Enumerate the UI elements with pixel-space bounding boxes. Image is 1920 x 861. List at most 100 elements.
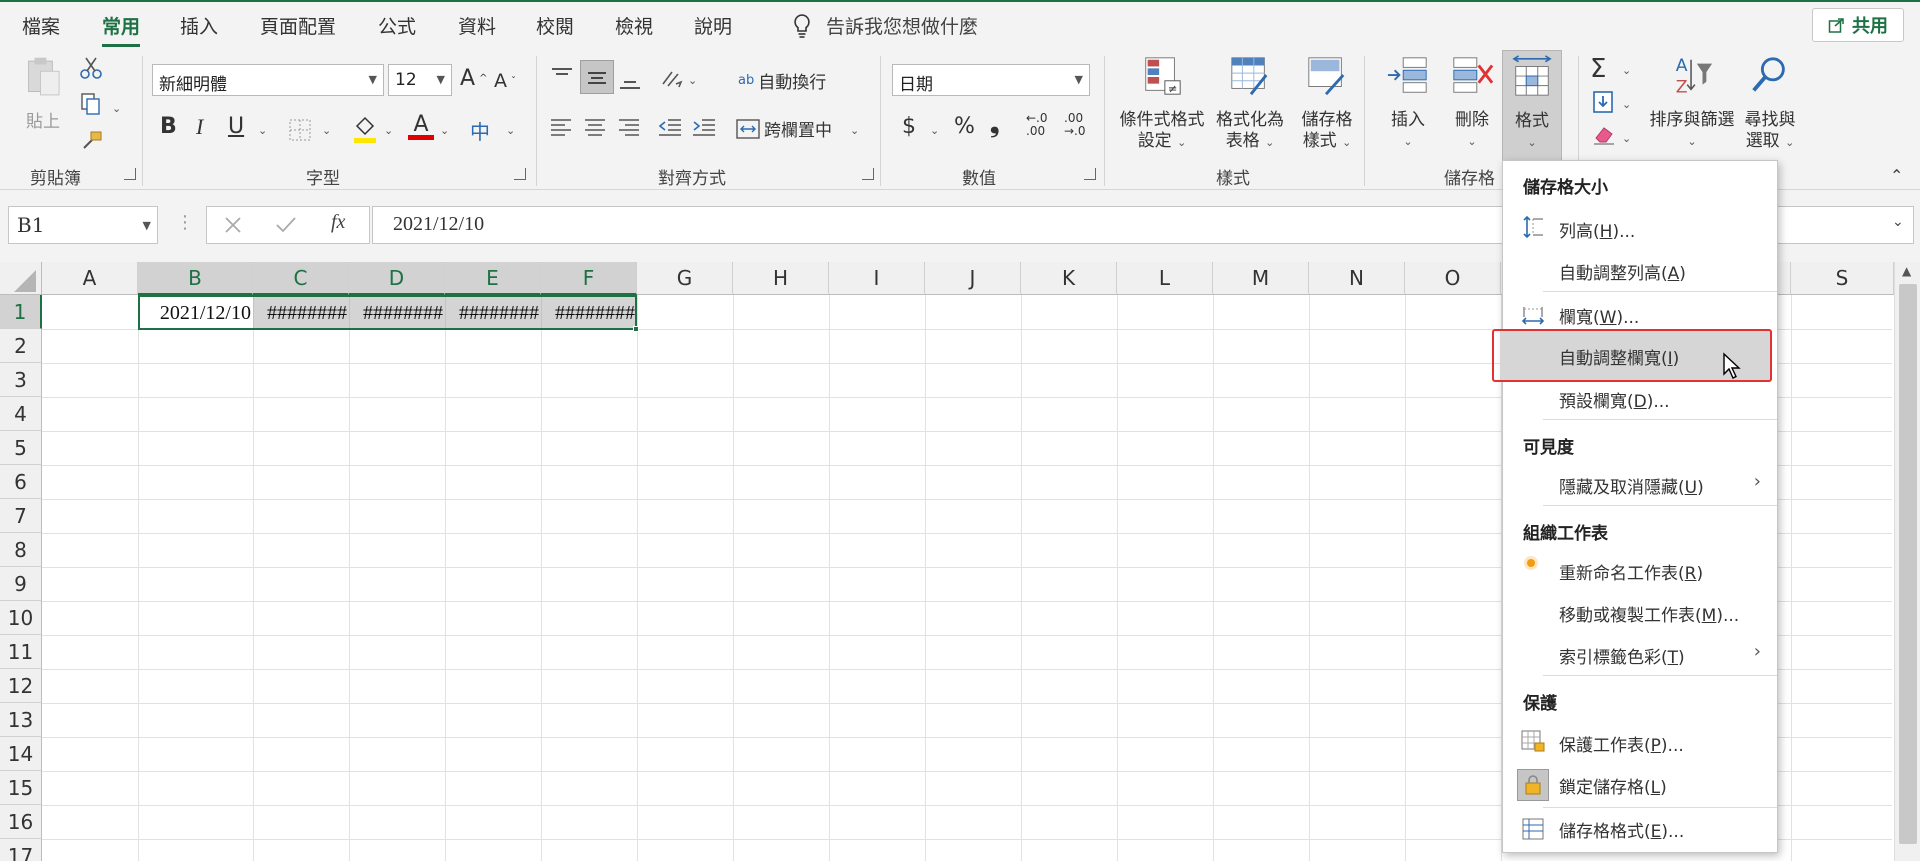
column-header[interactable]: C — [253, 262, 349, 295]
paste-button[interactable]: 貼上 — [16, 56, 70, 133]
expand-formula-icon[interactable]: ⌄ — [1892, 214, 1904, 230]
currency-button[interactable]: $ — [902, 114, 916, 139]
row-header[interactable]: 17 — [0, 839, 42, 861]
scrollbar-thumb[interactable] — [1899, 284, 1917, 844]
phonetic-dropdown-icon[interactable]: ⌄ — [506, 124, 515, 137]
align-left-icon[interactable] — [550, 118, 572, 138]
number-launcher-icon[interactable] — [1084, 168, 1096, 180]
insert-function-button[interactable]: fx — [331, 211, 345, 234]
comma-button[interactable]: ❟ — [990, 110, 999, 138]
tab-insert[interactable]: 插入 — [180, 12, 218, 39]
fill-down-icon[interactable] — [1592, 90, 1614, 114]
tab-formulas[interactable]: 公式 — [378, 12, 416, 39]
column-header[interactable]: J — [925, 262, 1021, 295]
vertical-scrollbar[interactable]: ▲ — [1894, 262, 1920, 861]
column-header[interactable]: M — [1213, 262, 1309, 295]
menu-item-row-height[interactable]: 列高(H)... — [1559, 217, 1635, 242]
row-header[interactable]: 16 — [0, 805, 42, 839]
column-header[interactable]: A — [42, 262, 138, 295]
row-header[interactable]: 1 — [0, 295, 42, 329]
column-header[interactable]: G — [637, 262, 733, 295]
row-header[interactable]: 10 — [0, 601, 42, 635]
menu-item-default-width[interactable]: 預設欄寬(D)... — [1559, 387, 1670, 412]
column-header[interactable]: I — [829, 262, 925, 295]
row-header[interactable]: 6 — [0, 465, 42, 499]
shrink-font-button[interactable]: Aˇ — [494, 70, 516, 92]
percent-button[interactable]: % — [954, 114, 975, 139]
drag-handle-icon[interactable]: ⋮ — [176, 212, 194, 233]
wrap-text-button[interactable]: ab 自動換行 — [738, 68, 826, 93]
merge-dropdown-icon[interactable]: ⌄ — [850, 124, 859, 137]
font-color-button[interactable]: A — [408, 112, 434, 140]
menu-item-hide-unhide[interactable]: 隱藏及取消隱藏(U) — [1559, 473, 1704, 498]
format-painter-icon[interactable] — [80, 128, 104, 152]
collapse-ribbon-icon[interactable]: ⌃ — [1890, 166, 1903, 185]
fill-color-icon[interactable] — [352, 114, 378, 144]
tab-view[interactable]: 檢視 — [615, 12, 653, 39]
tab-file[interactable]: 檔案 — [22, 12, 60, 39]
select-all-button[interactable] — [0, 262, 42, 295]
menu-item-autofit-row-height[interactable]: 自動調整列高(A) — [1559, 259, 1686, 284]
font-launcher-icon[interactable] — [514, 168, 526, 180]
row-header[interactable]: 3 — [0, 363, 42, 397]
share-button[interactable]: 共用 — [1812, 8, 1904, 42]
cell-styles-button[interactable]: 儲存格 樣式 ⌄ — [1294, 54, 1360, 153]
delete-cells-button[interactable]: 刪除 ⌄ — [1442, 54, 1502, 152]
column-header[interactable]: K — [1021, 262, 1117, 295]
scroll-up-icon[interactable]: ▲ — [1902, 264, 1911, 278]
italic-button[interactable]: I — [196, 114, 203, 140]
clear-dropdown-icon[interactable]: ⌄ — [1622, 132, 1631, 145]
row-header[interactable]: 15 — [0, 771, 42, 805]
name-box[interactable]: B1 ▼ — [8, 206, 158, 244]
row-header[interactable]: 12 — [0, 669, 42, 703]
currency-dropdown-icon[interactable]: ⌄ — [930, 124, 939, 137]
autosum-button[interactable]: Σ — [1590, 54, 1606, 84]
row-header[interactable]: 13 — [0, 703, 42, 737]
bold-button[interactable]: B — [160, 114, 177, 139]
align-right-icon[interactable] — [618, 118, 640, 138]
align-top-icon[interactable] — [550, 66, 574, 86]
font-name-select[interactable]: 新細明體 ▼ — [152, 64, 384, 96]
tab-review[interactable]: 校閱 — [536, 12, 574, 39]
tab-page-layout[interactable]: 頁面配置 — [260, 12, 336, 39]
copy-dropdown-icon[interactable]: ⌄ — [112, 102, 121, 115]
copy-icon[interactable] — [80, 92, 102, 116]
insert-cells-button[interactable]: 插入 ⌄ — [1378, 54, 1438, 152]
fill-dropdown-icon[interactable]: ⌄ — [1622, 98, 1631, 111]
phonetic-button[interactable]: 中 — [470, 116, 490, 145]
tell-me-box[interactable]: 告訴我您想做什麼 — [792, 12, 978, 39]
decrease-decimal-button[interactable]: .00 →.0 — [1064, 112, 1086, 138]
menu-item-lock-cell[interactable]: 鎖定儲存格(L) — [1559, 773, 1667, 798]
borders-icon[interactable] — [288, 118, 312, 142]
font-color-dropdown-icon[interactable]: ⌄ — [440, 124, 449, 137]
autosum-dropdown-icon[interactable]: ⌄ — [1622, 64, 1631, 77]
orientation-dropdown-icon[interactable]: ⌄ — [688, 74, 697, 87]
column-header[interactable]: F — [541, 262, 637, 295]
column-header[interactable]: O — [1405, 262, 1501, 295]
orientation-icon[interactable] — [660, 68, 684, 90]
menu-item-move-copy-sheet[interactable]: 移動或複製工作表(M)... — [1559, 601, 1739, 626]
font-size-select[interactable]: 12 ▼ — [388, 64, 452, 96]
row-header[interactable]: 2 — [0, 329, 42, 363]
conditional-formatting-button[interactable]: ≠ 條件式格式 設定 ⌄ — [1116, 54, 1208, 153]
row-header[interactable]: 7 — [0, 499, 42, 533]
menu-item-rename-sheet[interactable]: 重新命名工作表(R) — [1559, 559, 1703, 584]
borders-dropdown-icon[interactable]: ⌄ — [322, 124, 331, 137]
column-header[interactable]: D — [349, 262, 445, 295]
row-header[interactable]: 4 — [0, 397, 42, 431]
alignment-launcher-icon[interactable] — [862, 168, 874, 180]
tab-data[interactable]: 資料 — [458, 12, 496, 39]
column-header[interactable]: B — [138, 262, 253, 295]
increase-indent-icon[interactable] — [692, 118, 716, 138]
tab-help[interactable]: 說明 — [694, 12, 732, 39]
grow-font-button[interactable]: A ^ — [460, 66, 487, 91]
format-cells-button[interactable]: 格式 ⌄ — [1502, 50, 1562, 162]
row-header[interactable]: 8 — [0, 533, 42, 567]
cancel-icon[interactable] — [223, 215, 243, 235]
enter-check-icon[interactable] — [275, 215, 297, 235]
column-header[interactable]: H — [733, 262, 829, 295]
column-header[interactable]: N — [1309, 262, 1405, 295]
sort-filter-button[interactable]: AZ 排序與篩選 ⌄ — [1646, 54, 1738, 152]
column-header[interactable]: L — [1117, 262, 1213, 295]
menu-item-protect-sheet[interactable]: 保護工作表(P)... — [1559, 731, 1684, 756]
